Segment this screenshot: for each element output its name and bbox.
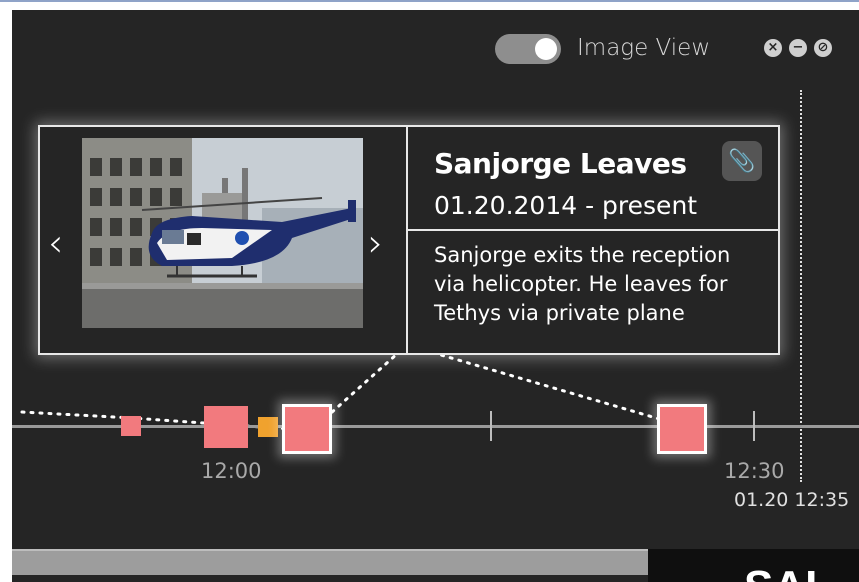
tick-label: 12:00 xyxy=(201,459,262,483)
timeline-tick xyxy=(753,411,755,441)
card-divider-horizontal xyxy=(408,229,778,231)
timeline-event[interactable] xyxy=(204,406,248,448)
paperclip-icon[interactable]: 📎 xyxy=(722,141,762,181)
timeline-tick xyxy=(490,411,492,441)
next-image-button[interactable]: › xyxy=(368,223,383,263)
timeline-event-alt[interactable] xyxy=(258,417,278,437)
selected-timeline-event[interactable] xyxy=(282,404,332,454)
timeline-event-highlighted[interactable] xyxy=(657,404,707,454)
top-border xyxy=(0,0,859,2)
event-title: Sanjorge Leaves xyxy=(434,147,687,180)
timeline-app: Image View × − ⊘ ‹ › Sanjorge Leaves 📎 0… xyxy=(12,10,859,582)
event-description: Sanjorge exits the reception via helicop… xyxy=(434,243,731,325)
tick-label: 12:30 xyxy=(724,459,785,483)
corner-logo: SAL xyxy=(648,549,859,582)
corner-text: SAL xyxy=(744,565,832,582)
prev-image-button[interactable]: ‹ xyxy=(48,223,63,263)
event-card: ‹ › Sanjorge Leaves 📎 01.20.2014 - prese… xyxy=(38,125,780,355)
card-divider xyxy=(406,127,408,353)
current-time-label: 01.20 12:35 xyxy=(734,489,850,511)
horizontal-scrollbar[interactable] xyxy=(12,549,648,575)
timeline-event[interactable] xyxy=(121,416,141,436)
event-date-range: 01.20.2014 - present xyxy=(434,191,698,220)
event-photo xyxy=(82,138,363,328)
